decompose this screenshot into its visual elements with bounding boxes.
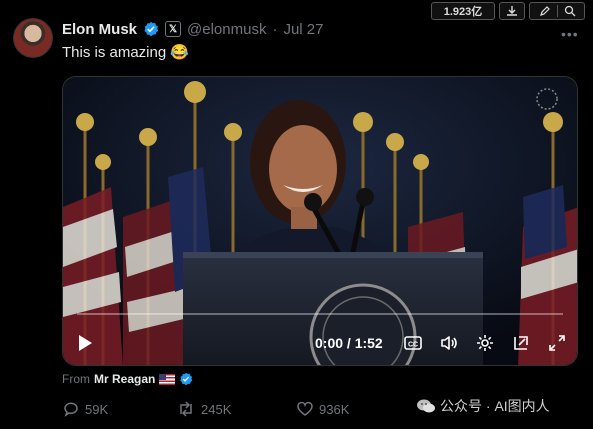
settings-icon[interactable] [475, 333, 495, 353]
repost-icon [180, 401, 192, 417]
separator: · [272, 20, 278, 38]
wechat-watermark: 公众号 · AI图内人 [416, 396, 550, 416]
reply-count: 59K [85, 401, 109, 417]
fullscreen-icon[interactable] [547, 333, 567, 353]
like-count: 936K [319, 401, 350, 417]
watermark-text: 公众号 · AI图内人 [440, 398, 550, 414]
search-icon [564, 5, 575, 17]
from-label: From [62, 372, 90, 386]
x-badge-icon: 𝕏 [165, 21, 182, 37]
download-icon [507, 6, 517, 16]
video-player[interactable]: 0:00 / 1:52 CC [62, 76, 578, 366]
reply-icon [64, 402, 78, 417]
pip-icon[interactable] [511, 333, 531, 353]
tweet-text: This is amazing 😂 [62, 44, 190, 61]
pen-icon [539, 6, 550, 16]
video-time: 0:00 / 1:52 [315, 335, 383, 351]
video-source: From Mr Reagan [62, 372, 193, 386]
video-controls: 0:00 / 1:52 CC [63, 329, 577, 359]
captions-icon[interactable]: CC [403, 333, 423, 353]
more-icon[interactable]: ••• [561, 26, 579, 42]
repost-button[interactable]: 245K [176, 400, 231, 418]
author-name[interactable]: Elon Musk [62, 21, 137, 38]
like-button[interactable]: 936K [296, 400, 349, 418]
author-handle[interactable]: @elonmusk [187, 21, 266, 38]
volume-icon[interactable] [439, 333, 459, 353]
verified-icon [144, 21, 159, 37]
wechat-icon [417, 399, 435, 413]
verified-icon [180, 372, 193, 386]
repost-count: 245K [201, 401, 232, 417]
video-progress-bar[interactable] [77, 313, 563, 315]
source-name[interactable]: Mr Reagan [94, 372, 155, 386]
download-button[interactable] [499, 2, 525, 20]
avatar[interactable] [13, 18, 53, 58]
reply-button[interactable]: 59K [62, 400, 108, 418]
play-icon[interactable] [77, 334, 93, 352]
tools-button[interactable] [529, 2, 585, 20]
us-flag-icon [159, 373, 176, 385]
video-frame [63, 77, 577, 365]
browser-extension-toolbar: 1.923亿 [431, 2, 585, 20]
svg-text:CC: CC [408, 342, 418, 349]
tweet-header: Elon Musk 𝕏 @elonmusk · Jul 27 [62, 18, 323, 40]
tweet-date[interactable]: Jul 27 [283, 21, 323, 38]
like-icon [297, 401, 313, 416]
view-count-badge: 1.923亿 [431, 2, 495, 20]
